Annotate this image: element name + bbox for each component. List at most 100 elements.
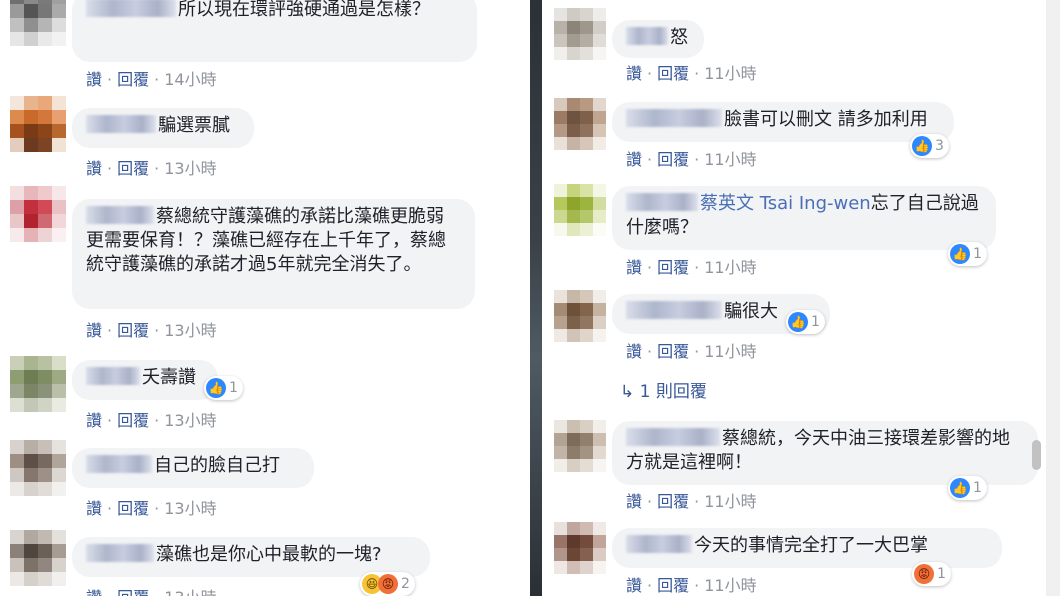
- avatar[interactable]: [554, 98, 606, 150]
- comment-actions: 讚 · 回覆 · 11小時: [626, 576, 757, 595]
- comment-text: 所以現在環評強硬通過是怎樣？: [178, 0, 430, 20]
- reply-link[interactable]: 回覆: [657, 342, 689, 361]
- reply-link[interactable]: 回覆: [117, 411, 149, 430]
- comment-time[interactable]: 11小時: [704, 64, 756, 83]
- comment-time[interactable]: 11小時: [704, 258, 756, 277]
- like-link[interactable]: 讚: [626, 492, 642, 511]
- comment-actions: 讚 · 回覆 · 14小時: [86, 70, 217, 89]
- comment-text: 臉書可以刪文 請多加利用: [724, 109, 928, 130]
- scrollbar-thumb[interactable]: [1032, 440, 1041, 470]
- comment-bubble: 騙選票膩: [72, 108, 254, 148]
- author-name[interactable]: [626, 109, 722, 127]
- comment-time[interactable]: 13小時: [164, 321, 216, 340]
- like-link[interactable]: 讚: [626, 64, 642, 83]
- left-comment-panel: 所以現在環評強硬通過是怎樣？ 讚 · 回覆 · 14小時 騙選票膩 讚 · 回覆 · 13小時: [0, 0, 530, 596]
- avatar[interactable]: [554, 8, 606, 60]
- like-link[interactable]: 讚: [626, 576, 642, 595]
- comment-bubble: 怒: [612, 20, 704, 58]
- like-icon: 👍: [950, 478, 970, 498]
- like-icon: 👍: [912, 136, 932, 156]
- tagged-page-link[interactable]: 蔡英文 Tsai Ing-wen: [700, 193, 871, 214]
- author-name[interactable]: [626, 193, 698, 211]
- avatar[interactable]: [10, 440, 66, 496]
- reaction-summary[interactable]: 👍 3: [910, 134, 949, 158]
- comment-bubble: 蔡總統守護藻礁的承諾比藻礁更脆弱更需要保育！？藻礁已經存在上千年了，蔡總統守護藻…: [72, 199, 475, 309]
- author-name[interactable]: [86, 0, 176, 17]
- comment-time[interactable]: 11小時: [704, 150, 756, 169]
- like-link[interactable]: 讚: [86, 588, 102, 596]
- comment-actions: 讚 · 回覆 · 11小時: [626, 342, 757, 361]
- comment-time[interactable]: 11小時: [704, 342, 756, 361]
- like-link[interactable]: 讚: [86, 499, 102, 518]
- comment-actions: 讚 · 回覆 · 11小時: [626, 150, 757, 169]
- reply-link[interactable]: 回覆: [117, 321, 149, 340]
- comment-bubble: 所以現在環評強硬通過是怎樣？: [72, 0, 477, 62]
- like-link[interactable]: 讚: [86, 159, 102, 178]
- like-link[interactable]: 讚: [626, 258, 642, 277]
- like-link[interactable]: 讚: [86, 70, 102, 89]
- reaction-summary[interactable]: 👍 1: [204, 376, 243, 400]
- comment-time[interactable]: 11小時: [704, 492, 756, 511]
- reaction-summary[interactable]: 👍 1: [786, 310, 825, 334]
- comment-time[interactable]: 13小時: [164, 411, 216, 430]
- author-name[interactable]: [626, 301, 722, 319]
- avatar[interactable]: [554, 290, 606, 342]
- author-name[interactable]: [86, 544, 154, 562]
- avatar[interactable]: [554, 420, 606, 472]
- comment-time[interactable]: 11小時: [704, 576, 756, 595]
- author-name[interactable]: [626, 27, 668, 45]
- comment-text: 自己的臉自己打: [154, 455, 280, 476]
- reply-link[interactable]: 回覆: [657, 64, 689, 83]
- author-name[interactable]: [86, 367, 140, 385]
- comment-time[interactable]: 14小時: [164, 70, 216, 89]
- reaction-summary[interactable]: 👍 1: [948, 476, 987, 500]
- reaction-summary[interactable]: 😆 😡 2: [360, 572, 415, 596]
- author-name[interactable]: [86, 115, 156, 133]
- author-name[interactable]: [86, 206, 154, 224]
- comment-text: 騙很大: [724, 301, 778, 322]
- comment-bubble: 臉書可以刪文 請多加利用: [612, 102, 954, 142]
- reaction-summary[interactable]: 👍 1: [948, 242, 987, 266]
- reaction-summary[interactable]: 😡 1: [912, 562, 951, 586]
- avatar[interactable]: [10, 96, 66, 152]
- comment-bubble: 自己的臉自己打: [72, 448, 314, 488]
- author-name[interactable]: [86, 455, 152, 473]
- like-link[interactable]: 讚: [626, 342, 642, 361]
- avatar[interactable]: [554, 522, 606, 574]
- author-name[interactable]: [626, 535, 692, 553]
- comment-actions: 讚·回覆·13小時: [86, 584, 217, 596]
- comment-actions: 讚·回覆·13小時: [86, 159, 217, 178]
- reply-link[interactable]: 回覆: [657, 150, 689, 169]
- avatar[interactable]: [554, 184, 606, 236]
- reply-link[interactable]: 回覆: [117, 499, 149, 518]
- avatar[interactable]: [10, 0, 66, 46]
- comment-time[interactable]: 13小時: [164, 588, 216, 596]
- reply-link[interactable]: 回覆: [117, 159, 149, 178]
- reply-link[interactable]: 回覆: [117, 70, 149, 89]
- avatar[interactable]: [10, 186, 66, 242]
- like-link[interactable]: 讚: [86, 321, 102, 340]
- comment-text: 夭壽讚: [142, 367, 196, 388]
- comment-bubble: 藻礁也是你心中最軟的一塊?: [72, 537, 430, 577]
- view-replies-link[interactable]: ↳ 1 則回覆: [620, 377, 707, 402]
- avatar[interactable]: [10, 530, 66, 586]
- reply-arrow-icon: ↳: [620, 382, 635, 402]
- reply-link[interactable]: 回覆: [657, 492, 689, 511]
- reply-link[interactable]: 回覆: [657, 576, 689, 595]
- angry-icon: 😡: [378, 574, 398, 594]
- angry-icon: 😡: [914, 564, 934, 584]
- author-name[interactable]: [626, 428, 720, 446]
- reply-link[interactable]: 回覆: [657, 258, 689, 277]
- comment-bubble: 夭壽讚: [72, 360, 218, 400]
- scrollbar-track[interactable]: [1046, 0, 1060, 596]
- like-link[interactable]: 讚: [86, 411, 102, 430]
- comment-actions: 讚·回覆·13小時: [86, 499, 217, 518]
- comment-bubble: 蔡英文 Tsai Ing-wen忘了自己說過什麼嗎？: [612, 186, 996, 250]
- reply-link[interactable]: 回覆: [117, 588, 149, 596]
- comment-time[interactable]: 13小時: [164, 159, 216, 178]
- comment-actions: 讚 · 回覆 · 11小時: [626, 64, 757, 83]
- like-icon: 👍: [788, 312, 808, 332]
- comment-time[interactable]: 13小時: [164, 499, 216, 518]
- avatar[interactable]: [10, 356, 66, 412]
- like-link[interactable]: 讚: [626, 150, 642, 169]
